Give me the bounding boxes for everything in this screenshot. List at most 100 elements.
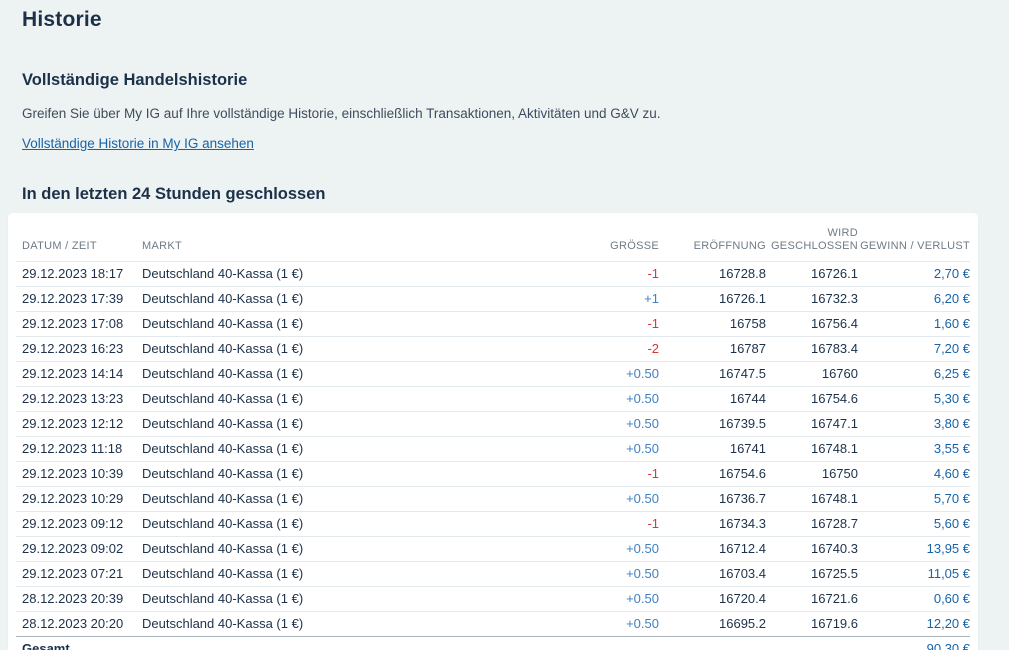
cell-market: Deutschland 40-Kassa (1 €) <box>142 562 574 587</box>
cell-close: 16783.4 <box>766 337 858 362</box>
table-row: 29.12.2023 10:29Deutschland 40-Kassa (1 … <box>16 487 970 512</box>
cell-market: Deutschland 40-Kassa (1 €) <box>142 312 574 337</box>
table-row: 29.12.2023 14:14Deutschland 40-Kassa (1 … <box>16 362 970 387</box>
table-row: 29.12.2023 09:12Deutschland 40-Kassa (1 … <box>16 512 970 537</box>
column-header: WIRD GESCHLOSSEN <box>766 213 858 262</box>
cell-market: Deutschland 40-Kassa (1 €) <box>142 537 574 562</box>
cell-market: Deutschland 40-Kassa (1 €) <box>142 362 574 387</box>
table-row: 29.12.2023 12:12Deutschland 40-Kassa (1 … <box>16 412 970 437</box>
cell-close: 16748.1 <box>766 487 858 512</box>
cell-close: 16750 <box>766 462 858 487</box>
table-row: 29.12.2023 10:39Deutschland 40-Kassa (1 … <box>16 462 970 487</box>
cell-market: Deutschland 40-Kassa (1 €) <box>142 437 574 462</box>
total-label: Gesamt <box>16 637 142 650</box>
cell-pnl: 13,95 € <box>858 537 970 562</box>
history-table-card: DATUM / ZEITMARKTGRÖSSEERÖFFNUNGWIRD GES… <box>8 213 978 650</box>
cell-close: 16760 <box>766 362 858 387</box>
cell-size: +0.50 <box>574 362 659 387</box>
cell-close: 16754.6 <box>766 387 858 412</box>
cell-close: 16748.1 <box>766 437 858 462</box>
cell-pnl: 3,55 € <box>858 437 970 462</box>
cell-close: 16728.7 <box>766 512 858 537</box>
table-row: 29.12.2023 07:21Deutschland 40-Kassa (1 … <box>16 562 970 587</box>
column-header: MARKT <box>142 213 574 262</box>
table-row: 28.12.2023 20:20Deutschland 40-Kassa (1 … <box>16 612 970 637</box>
cell-datetime: 29.12.2023 10:29 <box>16 487 142 512</box>
cell-close: 16719.6 <box>766 612 858 637</box>
cell-size: -1 <box>574 312 659 337</box>
table-row: 29.12.2023 11:18Deutschland 40-Kassa (1 … <box>16 437 970 462</box>
cell-market: Deutschland 40-Kassa (1 €) <box>142 337 574 362</box>
cell-open: 16734.3 <box>659 512 766 537</box>
cell-size: -1 <box>574 512 659 537</box>
cell-market: Deutschland 40-Kassa (1 €) <box>142 487 574 512</box>
cell-size: -1 <box>574 462 659 487</box>
cell-open: 16741 <box>659 437 766 462</box>
cell-pnl: 5,60 € <box>858 512 970 537</box>
cell-open: 16728.8 <box>659 262 766 287</box>
cell-close: 16732.3 <box>766 287 858 312</box>
closed-section-heading: In den letzten 24 Stunden geschlossen <box>22 184 1009 204</box>
cell-close: 16756.4 <box>766 312 858 337</box>
full-history-heading: Vollständige Handelshistorie <box>22 70 1009 90</box>
cell-pnl: 5,30 € <box>858 387 970 412</box>
cell-datetime: 29.12.2023 14:14 <box>16 362 142 387</box>
cell-pnl: 12,20 € <box>858 612 970 637</box>
column-header: DATUM / ZEIT <box>16 213 142 262</box>
full-history-description: Greifen Sie über My IG auf Ihre vollstän… <box>22 105 1009 122</box>
cell-pnl: 1,60 € <box>858 312 970 337</box>
table-header-row: DATUM / ZEITMARKTGRÖSSEERÖFFNUNGWIRD GES… <box>16 213 970 262</box>
cell-open: 16736.7 <box>659 487 766 512</box>
cell-datetime: 28.12.2023 20:20 <box>16 612 142 637</box>
cell-pnl: 6,25 € <box>858 362 970 387</box>
history-page: Historie Vollständige Handelshistorie Gr… <box>0 7 1009 650</box>
cell-market: Deutschland 40-Kassa (1 €) <box>142 462 574 487</box>
cell-size: +0.50 <box>574 412 659 437</box>
page-title: Historie <box>22 7 1009 33</box>
cell-size: +0.50 <box>574 437 659 462</box>
cell-market: Deutschland 40-Kassa (1 €) <box>142 587 574 612</box>
cell-datetime: 29.12.2023 17:39 <box>16 287 142 312</box>
history-table: DATUM / ZEITMARKTGRÖSSEERÖFFNUNGWIRD GES… <box>16 213 970 650</box>
cell-size: +0.50 <box>574 612 659 637</box>
cell-open: 16695.2 <box>659 612 766 637</box>
cell-datetime: 29.12.2023 18:17 <box>16 262 142 287</box>
table-row: 29.12.2023 18:17Deutschland 40-Kassa (1 … <box>16 262 970 287</box>
cell-open: 16758 <box>659 312 766 337</box>
cell-open: 16787 <box>659 337 766 362</box>
cell-close: 16721.6 <box>766 587 858 612</box>
cell-datetime: 28.12.2023 20:39 <box>16 587 142 612</box>
cell-market: Deutschland 40-Kassa (1 €) <box>142 287 574 312</box>
cell-pnl: 5,70 € <box>858 487 970 512</box>
total-row: Gesamt 90,30 € <box>16 637 970 650</box>
cell-datetime: 29.12.2023 13:23 <box>16 387 142 412</box>
table-row: 29.12.2023 16:23Deutschland 40-Kassa (1 … <box>16 337 970 362</box>
column-header: GRÖSSE <box>574 213 659 262</box>
full-history-section: Vollständige Handelshistorie Greifen Sie… <box>0 70 1009 153</box>
cell-pnl: 3,80 € <box>858 412 970 437</box>
cell-datetime: 29.12.2023 16:23 <box>16 337 142 362</box>
cell-close: 16740.3 <box>766 537 858 562</box>
cell-datetime: 29.12.2023 09:02 <box>16 537 142 562</box>
full-history-link[interactable]: Vollständige Historie in My IG ansehen <box>22 135 254 152</box>
cell-market: Deutschland 40-Kassa (1 €) <box>142 387 574 412</box>
cell-size: +1 <box>574 287 659 312</box>
cell-pnl: 6,20 € <box>858 287 970 312</box>
cell-datetime: 29.12.2023 10:39 <box>16 462 142 487</box>
cell-pnl: 0,60 € <box>858 587 970 612</box>
table-row: 28.12.2023 20:39Deutschland 40-Kassa (1 … <box>16 587 970 612</box>
cell-open: 16744 <box>659 387 766 412</box>
column-header: GEWINN / VERLUST <box>858 213 970 262</box>
total-row-spacer <box>142 637 858 650</box>
cell-market: Deutschland 40-Kassa (1 €) <box>142 412 574 437</box>
cell-market: Deutschland 40-Kassa (1 €) <box>142 512 574 537</box>
cell-market: Deutschland 40-Kassa (1 €) <box>142 262 574 287</box>
cell-pnl: 11,05 € <box>858 562 970 587</box>
cell-close: 16726.1 <box>766 262 858 287</box>
cell-datetime: 29.12.2023 07:21 <box>16 562 142 587</box>
cell-size: +0.50 <box>574 587 659 612</box>
cell-close: 16725.5 <box>766 562 858 587</box>
cell-open: 16703.4 <box>659 562 766 587</box>
cell-open: 16712.4 <box>659 537 766 562</box>
cell-open: 16754.6 <box>659 462 766 487</box>
